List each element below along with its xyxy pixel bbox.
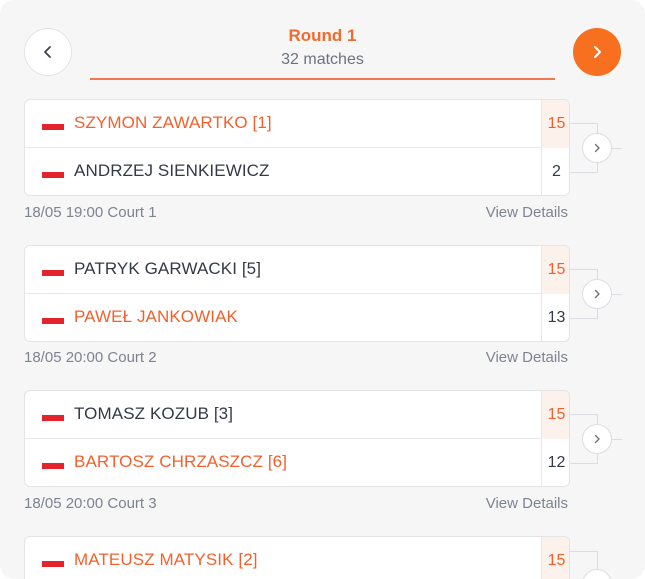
player-score: 13 — [541, 294, 569, 341]
chevron-left-icon — [44, 46, 51, 58]
player-name: ANDRZEJ SIENKIEWICZ — [74, 161, 270, 180]
match-time-court: 18/05 20:00 Court 3 — [24, 495, 157, 512]
next-round-button[interactable] — [573, 28, 621, 76]
round-title: Round 1 — [288, 26, 357, 45]
poland-flag-icon — [42, 409, 64, 421]
player-row: ANDRZEJ SIENKIEWICZ 2 — [25, 148, 569, 195]
player-score: 15 — [541, 391, 569, 439]
chevron-right-icon — [594, 143, 600, 153]
match-card[interactable]: SZYMON ZAWARTKO [1] 15 ANDRZEJ SIENKIEWI… — [24, 99, 570, 196]
player-score: 15 — [541, 246, 569, 294]
player-name: BARTOSZ CHRZASZCZ [6] — [74, 452, 288, 471]
chevron-right-icon — [594, 434, 600, 444]
player-score: 15 — [541, 100, 569, 148]
player-name: MATEUSZ MATYSIK [2] — [74, 550, 258, 569]
chevron-right-icon — [594, 46, 601, 58]
poland-flag-icon — [42, 166, 64, 178]
player-name: PATRYK GARWACKI [5] — [74, 259, 262, 278]
player-name: TOMASZ KOZUB [3] — [74, 404, 234, 423]
match-time-court: 18/05 19:00 Court 1 — [24, 204, 157, 221]
match-card[interactable]: PATRYK GARWACKI [5] 15 PAWEŁ JANKOWIAK 1… — [24, 245, 570, 342]
player-score: 2 — [541, 148, 569, 195]
poland-flag-icon — [42, 312, 64, 324]
player-name: PAWEŁ JANKOWIAK — [74, 307, 238, 326]
player-name: SZYMON ZAWARTKO [1] — [74, 113, 272, 132]
advance-button[interactable] — [582, 424, 612, 454]
player-row: TOMASZ KOZUB [3] 15 — [25, 391, 569, 439]
advance-button[interactable] — [582, 133, 612, 163]
poland-flag-icon — [42, 118, 64, 130]
bracket-panel: Round 1 32 matches SZYMON ZAWARTKO [1] 1… — [0, 0, 645, 579]
poland-flag-icon — [42, 555, 64, 567]
player-row: MATEUSZ MATYSIK [2] 15 — [25, 537, 569, 579]
poland-flag-icon — [42, 264, 64, 276]
view-details-link[interactable]: View Details — [486, 349, 568, 366]
match-time-court: 18/05 20:00 Court 2 — [24, 349, 157, 366]
player-row: BARTOSZ CHRZASZCZ [6] 12 — [25, 439, 569, 486]
round-underline — [90, 78, 555, 80]
player-row: PAWEŁ JANKOWIAK 13 — [25, 294, 569, 341]
advance-button[interactable] — [582, 279, 612, 309]
player-row: PATRYK GARWACKI [5] 15 — [25, 246, 569, 294]
view-details-link[interactable]: View Details — [486, 204, 568, 221]
player-row: SZYMON ZAWARTKO [1] 15 — [25, 100, 569, 148]
match-card[interactable]: MATEUSZ MATYSIK [2] 15 — [24, 536, 570, 579]
poland-flag-icon — [42, 457, 64, 469]
round-match-count: 32 matches — [281, 51, 364, 68]
player-score: 15 — [541, 537, 569, 579]
match-card[interactable]: TOMASZ KOZUB [3] 15 BARTOSZ CHRZASZCZ [6… — [24, 390, 570, 487]
previous-round-button[interactable] — [24, 28, 72, 76]
view-details-link[interactable]: View Details — [486, 495, 568, 512]
player-score: 12 — [541, 439, 569, 486]
chevron-right-icon — [594, 289, 600, 299]
